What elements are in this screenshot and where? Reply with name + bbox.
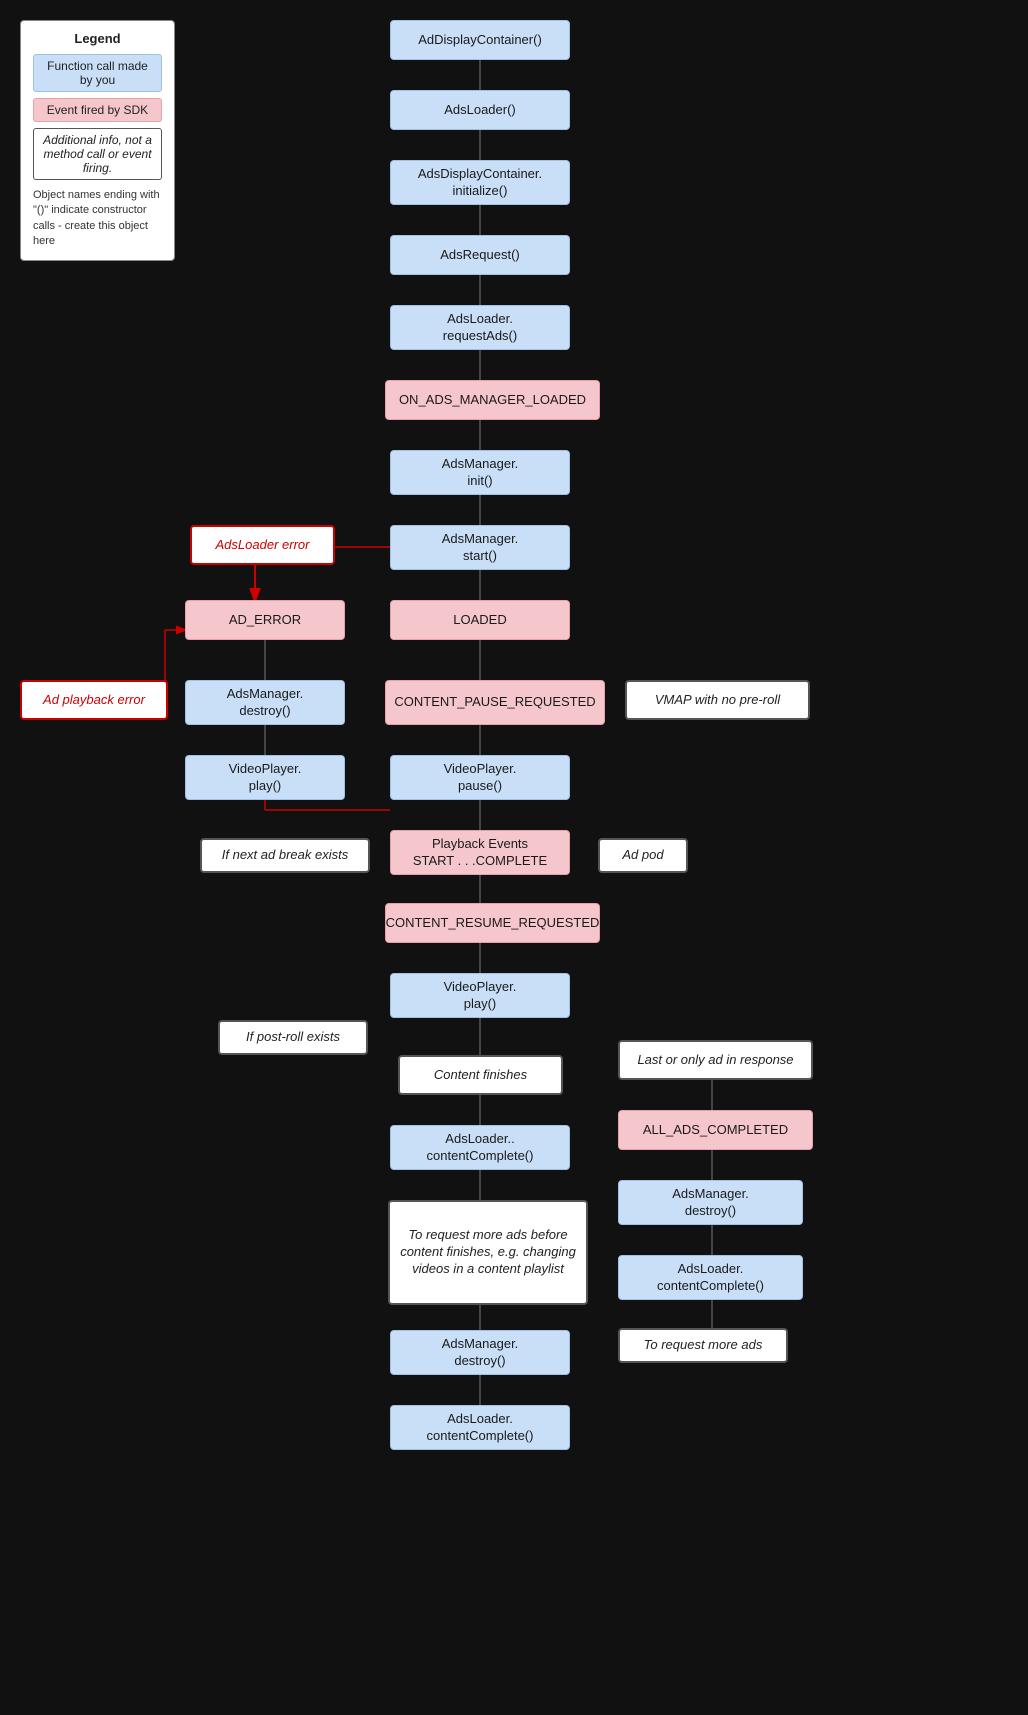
legend-title: Legend bbox=[33, 31, 162, 46]
box-ToRequestMore: To request more ads before content finis… bbox=[388, 1200, 588, 1305]
box-AdsManagerDestroy3: AdsManager. destroy() bbox=[390, 1330, 570, 1375]
box-AdsLoaderContentComplete2: AdsLoader. contentComplete() bbox=[618, 1255, 803, 1300]
box-ContentFinishes: Content finishes bbox=[398, 1055, 563, 1095]
box-IfPostRoll: If post-roll exists bbox=[218, 1020, 368, 1055]
box-CONTENT-PAUSE-REQUESTED: CONTENT_PAUSE_REQUESTED bbox=[385, 680, 605, 725]
box-AdPlaybackError: Ad playback error bbox=[20, 680, 168, 720]
box-ON-ADS-MANAGER-LOADED: ON_ADS_MANAGER_LOADED bbox=[385, 380, 600, 420]
box-AdsManagerDestroy1: AdsManager. destroy() bbox=[185, 680, 345, 725]
box-AdsLoader: AdsLoader() bbox=[390, 90, 570, 130]
box-AdsLoaderContentComplete1: AdsLoader.. contentComplete() bbox=[390, 1125, 570, 1170]
box-AdsDisplayContainerInit: AdsDisplayContainer. initialize() bbox=[390, 160, 570, 205]
legend-note: Object names ending with "()" indicate c… bbox=[33, 188, 162, 250]
box-VMAPNoPre: VMAP with no pre-roll bbox=[625, 680, 810, 720]
box-AdsLoaderError: AdsLoader error bbox=[190, 525, 335, 565]
box-AdsManagerDestroy2: AdsManager. destroy() bbox=[618, 1180, 803, 1225]
legend-additional-info: Additional info, not a method call or ev… bbox=[33, 128, 162, 180]
box-VideoPlayerPlay2: VideoPlayer. play() bbox=[390, 973, 570, 1018]
box-CONTENT-RESUME-REQUESTED: CONTENT_RESUME_REQUESTED bbox=[385, 903, 600, 943]
box-AD-ERROR: AD_ERROR bbox=[185, 600, 345, 640]
box-AdsRequest: AdsRequest() bbox=[390, 235, 570, 275]
box-AdsLoaderContentComplete3: AdsLoader. contentComplete() bbox=[390, 1405, 570, 1450]
legend: Legend Function call made by you Event f… bbox=[20, 20, 175, 261]
box-AdsLoaderRequestAds: AdsLoader. requestAds() bbox=[390, 305, 570, 350]
box-AdsManagerInit: AdsManager. init() bbox=[390, 450, 570, 495]
box-LOADED: LOADED bbox=[390, 600, 570, 640]
box-AdPod: Ad pod bbox=[598, 838, 688, 873]
box-IfNextAdBreak: If next ad break exists bbox=[200, 838, 370, 873]
box-AdDisplayContainer: AdDisplayContainer() bbox=[390, 20, 570, 60]
box-VideoPlayerPlay1: VideoPlayer. play() bbox=[185, 755, 345, 800]
box-VideoPlayerPause: VideoPlayer. pause() bbox=[390, 755, 570, 800]
box-ALL-ADS-COMPLETED: ALL_ADS_COMPLETED bbox=[618, 1110, 813, 1150]
box-PlaybackEvents: Playback Events START . . .COMPLETE bbox=[390, 830, 570, 875]
legend-function-call: Function call made by you bbox=[33, 54, 162, 92]
legend-event-fired: Event fired by SDK bbox=[33, 98, 162, 122]
diagram-container: Legend Function call made by you Event f… bbox=[0, 0, 1028, 1715]
box-ToRequestMoreAds: To request more ads bbox=[618, 1328, 788, 1363]
box-LastOrOnly: Last or only ad in response bbox=[618, 1040, 813, 1080]
box-AdsManagerStart: AdsManager. start() bbox=[390, 525, 570, 570]
